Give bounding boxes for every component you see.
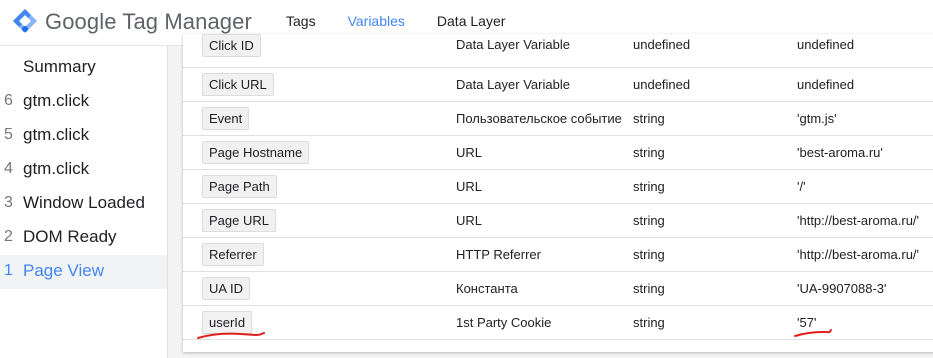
gtm-logo-icon [13, 9, 37, 33]
sidebar-item-window-loaded[interactable]: 3 Window Loaded [0, 187, 167, 221]
variable-type: Константа [456, 281, 518, 296]
sidebar-item-label: gtm.click [23, 159, 90, 178]
sidebar-item-number: 6 [4, 92, 13, 109]
variable-name-chip[interactable]: Page URL [202, 209, 276, 232]
variable-value: '/' [797, 179, 806, 194]
sidebar-item-number: 5 [4, 126, 13, 143]
variable-name-chip[interactable]: Event [202, 107, 250, 130]
sidebar-item-gtm-click-6[interactable]: 6 gtm.click [0, 85, 167, 119]
sidebar-item-number: 4 [4, 160, 13, 177]
variable-return-type: string [633, 281, 665, 296]
sidebar-item-label: Summary [23, 57, 96, 76]
variable-return-type: string [633, 179, 665, 194]
sidebar-item-number: 3 [4, 194, 13, 211]
sidebar-item-label: Window Loaded [23, 193, 145, 212]
table-row: Page Hostname URL string 'best-aroma.ru' [183, 136, 933, 170]
variable-name-chip[interactable]: Click URL [202, 73, 274, 96]
variable-type: 1st Party Cookie [456, 315, 552, 330]
table-row: Referrer HTTP Referrer string 'http://be… [183, 238, 933, 272]
variable-name-chip[interactable]: Page Path [202, 175, 277, 198]
brand-product: Tag Manager [122, 9, 252, 34]
variable-name-chip[interactable]: UA ID [202, 277, 250, 300]
variables-table: Click ID Data Layer Variable undefined u… [183, 34, 933, 352]
sidebar-item-label: gtm.click [23, 125, 90, 144]
variable-value: undefined [797, 77, 855, 92]
variable-value: 'http://best-aroma.ru/' [797, 213, 920, 228]
variable-return-type: string [633, 315, 665, 330]
variable-type: Data Layer Variable [456, 37, 570, 52]
table-row: Page Path URL string '/' [183, 170, 933, 204]
event-sidebar: Summary 6 gtm.click 5 gtm.click 4 gtm.cl… [0, 46, 168, 358]
table-row: Click ID Data Layer Variable undefined u… [183, 34, 933, 68]
sidebar-item-page-view[interactable]: 1 Page View [0, 255, 167, 289]
variable-value: 'best-aroma.ru' [797, 145, 883, 160]
sidebar-item-number: 2 [4, 228, 13, 245]
table-row: userId 1st Party Cookie string '57' [183, 306, 933, 340]
variable-type: URL [456, 213, 483, 228]
variable-return-type: string [633, 213, 665, 228]
variable-return-type: undefined [633, 77, 691, 92]
variable-value: 'http://best-aroma.ru/' [797, 247, 920, 262]
table-row: Click URL Data Layer Variable undefined … [183, 68, 933, 102]
table-row: UA ID Константа string 'UA-9907088-3' [183, 272, 933, 306]
variable-value: undefined [797, 37, 855, 52]
variable-value: '57' [797, 315, 817, 330]
sidebar-item-label: Page View [23, 261, 104, 280]
sidebar-item-number: 1 [4, 262, 13, 279]
sidebar-item-dom-ready[interactable]: 2 DOM Ready [0, 221, 167, 255]
table-row: Page URL URL string 'http://best-aroma.r… [183, 204, 933, 238]
variable-name-chip[interactable]: Click ID [202, 34, 261, 57]
variable-type: HTTP Referrer [456, 247, 541, 262]
variable-type: Data Layer Variable [456, 77, 570, 92]
sidebar-item-label: DOM Ready [23, 227, 117, 246]
app-title: Google Tag Manager [45, 9, 252, 35]
sidebar-item-gtm-click-5[interactable]: 5 gtm.click [0, 119, 167, 153]
variable-return-type: string [633, 111, 665, 126]
variable-type: URL [456, 145, 483, 160]
variable-return-type: undefined [633, 37, 691, 52]
sidebar-item-gtm-click-4[interactable]: 4 gtm.click [0, 153, 167, 187]
variable-value: 'UA-9907088-3' [797, 281, 887, 296]
variable-type: URL [456, 179, 483, 194]
sidebar-item-summary[interactable]: Summary [0, 51, 167, 85]
sidebar-item-label: gtm.click [23, 91, 90, 110]
table-row: Event Пользовательское событие string 'g… [183, 102, 933, 136]
variable-value: 'gtm.js' [797, 111, 837, 126]
variable-type: Пользовательское событие [456, 111, 622, 126]
variable-return-type: string [633, 145, 665, 160]
variable-name-chip[interactable]: Page Hostname [202, 141, 310, 164]
brand-google: Google [45, 9, 117, 34]
variable-name-chip[interactable]: userId [202, 311, 253, 334]
variable-return-type: string [633, 247, 665, 262]
variable-name-chip[interactable]: Referrer [202, 243, 264, 266]
